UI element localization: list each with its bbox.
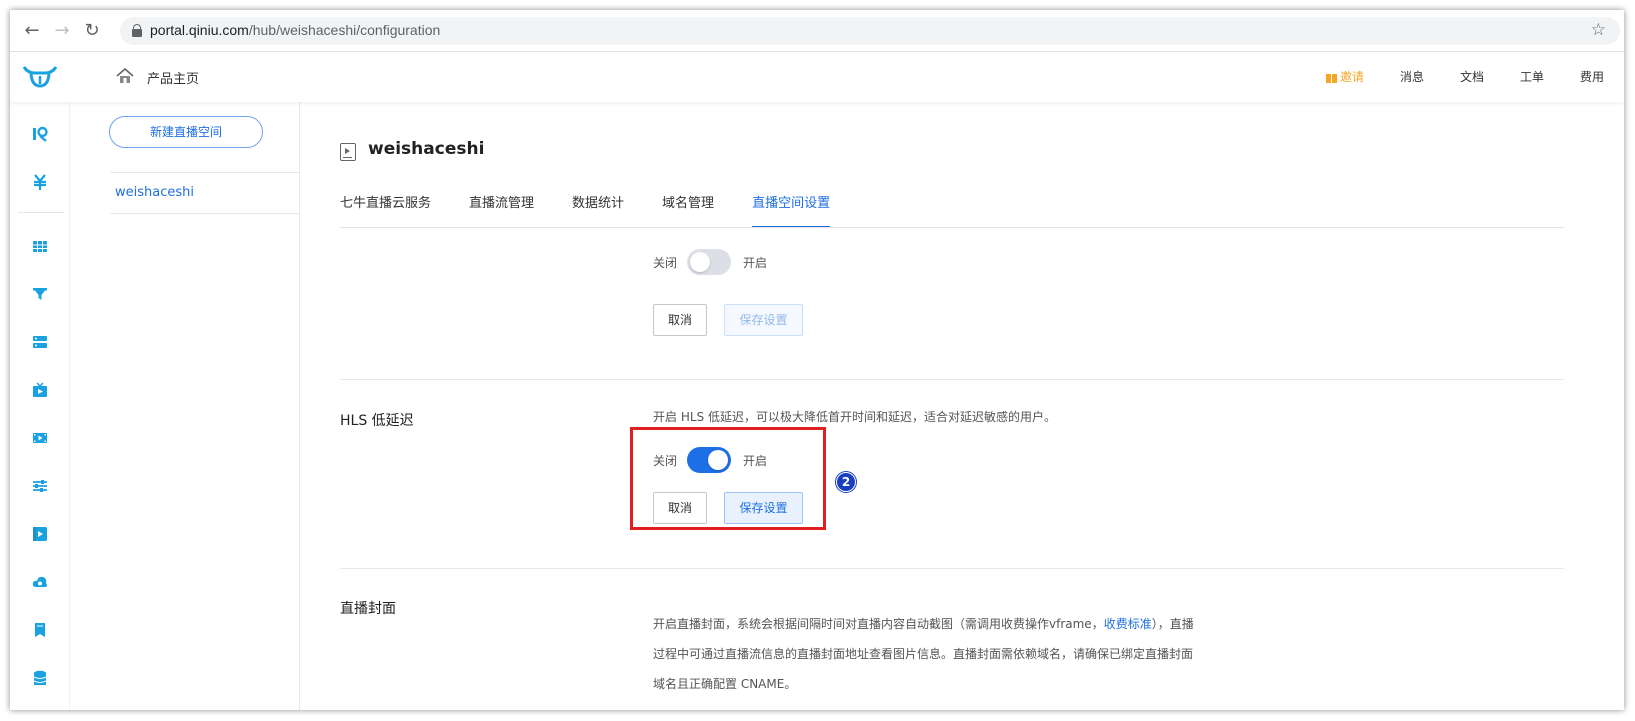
switch-off-label: 关闭	[653, 255, 678, 270]
cover-desc-text: 开启直播封面，系统会根据间隔时间对直播内容自动截图（需调用收费操作vframe，	[653, 617, 1104, 631]
tab-domain-management[interactable]: 域名管理	[662, 192, 714, 228]
messages-link[interactable]: 消息	[1400, 68, 1424, 85]
gift-icon	[1325, 70, 1337, 83]
invite-link[interactable]: 邀请	[1325, 68, 1364, 85]
hls-section-title: HLS 低延迟	[340, 413, 414, 429]
bookmark-star-icon[interactable]: ☆	[1591, 20, 1606, 40]
cover-desc-line-3: 域名且正确配置 CNAME。	[653, 677, 797, 691]
pricing-link[interactable]: 收费标准	[1104, 617, 1152, 631]
app-header: 产品主页 邀请 消息 文档 工单 费用	[10, 52, 1624, 102]
tab-stream-management[interactable]: 直播流管理	[469, 192, 534, 228]
main-content: weishaceshi 七牛直播云服务 直播流管理 数据统计 域名管理 直播空间…	[300, 102, 1624, 710]
cover-section-description: 开启直播封面，系统会根据间隔时间对直播内容自动截图（需调用收费操作vframe，…	[653, 609, 1194, 699]
cover-section-title: 直播封面	[340, 601, 396, 617]
grid-icon[interactable]	[32, 238, 48, 254]
toggle-knob	[690, 252, 711, 272]
cloud-icon[interactable]	[32, 574, 48, 590]
product-home-link[interactable]: 产品主页	[147, 68, 199, 87]
tab-space-settings[interactable]: 直播空间设置	[752, 192, 831, 228]
sidebar-divider	[110, 213, 300, 214]
sliders-icon[interactable]	[32, 478, 48, 494]
cover-desc-line-2: 过程中可通过直播流信息的直播封面地址查看图片信息。直播封面需依赖域名，请确保已绑…	[653, 647, 1194, 661]
space-sidebar: 新建直播空间 weishaceshi	[70, 102, 300, 710]
invite-label: 邀请	[1339, 70, 1364, 84]
switch-on-label: 开启	[743, 255, 768, 270]
server-icon[interactable]	[32, 334, 48, 350]
book-icon[interactable]	[32, 622, 48, 638]
forward-arrow-icon[interactable]: →	[52, 21, 72, 41]
top-save-settings-button[interactable]: 保存设置	[724, 304, 803, 336]
back-arrow-icon[interactable]: ←	[22, 21, 42, 41]
top-nav: 邀请 消息 文档 工单 费用	[1290, 68, 1604, 85]
tickets-link[interactable]: 工单	[1520, 68, 1544, 85]
finance-icon[interactable]	[32, 174, 48, 190]
screenshot-frame: ← → ↻ portal.qiniu.com/hub/weishaceshi/c…	[10, 10, 1624, 710]
docs-link[interactable]: 文档	[1460, 68, 1484, 85]
overview-icon[interactable]	[32, 126, 48, 142]
url-host: portal.qiniu.com	[150, 22, 249, 38]
sidebar-item-weishaceshi[interactable]: weishaceshi	[115, 185, 194, 200]
database-icon[interactable]	[32, 670, 48, 686]
section-divider	[340, 379, 1564, 380]
top-setting-switch-row: 关闭 开启	[653, 249, 767, 275]
cover-desc-line-1: 开启直播封面，系统会根据间隔时间对直播内容自动截图（需调用收费操作vframe，…	[653, 609, 1194, 639]
highlight-annotation-box	[630, 427, 826, 530]
billing-link[interactable]: 费用	[1580, 68, 1604, 85]
url-path: /hub/weishaceshi/configuration	[248, 22, 441, 38]
live-tv-icon[interactable]	[32, 382, 48, 398]
step-number-badge: 2	[836, 472, 856, 492]
funnel-icon[interactable]	[32, 286, 48, 302]
video-player-icon[interactable]	[32, 526, 48, 542]
qiniu-logo-icon[interactable]	[22, 64, 58, 90]
section-divider	[340, 568, 1564, 569]
new-live-space-button[interactable]: 新建直播空间	[109, 116, 263, 148]
top-setting-toggle[interactable]	[687, 249, 732, 275]
browser-toolbar: ← → ↻ portal.qiniu.com/hub/weishaceshi/c…	[10, 10, 1624, 52]
url-text: portal.qiniu.com/hub/weishaceshi/configu…	[150, 22, 440, 38]
tab-underline-divider	[340, 227, 1564, 228]
film-icon[interactable]	[32, 430, 48, 446]
product-icon-rail	[10, 102, 70, 710]
tab-statistics[interactable]: 数据统计	[572, 192, 624, 228]
page-title: weishaceshi	[368, 139, 485, 159]
address-bar[interactable]: portal.qiniu.com/hub/weishaceshi/configu…	[120, 17, 1620, 45]
lock-icon	[132, 24, 142, 37]
live-space-icon	[340, 143, 356, 161]
home-icon[interactable]	[116, 67, 134, 85]
top-cancel-button[interactable]: 取消	[653, 304, 707, 336]
sidebar-divider	[110, 172, 300, 173]
reload-icon[interactable]: ↻	[82, 21, 102, 41]
rail-divider	[18, 212, 64, 213]
tab-live-cloud-service[interactable]: 七牛直播云服务	[340, 192, 431, 228]
cover-desc-text: ），直播	[1151, 617, 1194, 631]
tab-bar: 七牛直播云服务 直播流管理 数据统计 域名管理 直播空间设置	[340, 192, 868, 228]
